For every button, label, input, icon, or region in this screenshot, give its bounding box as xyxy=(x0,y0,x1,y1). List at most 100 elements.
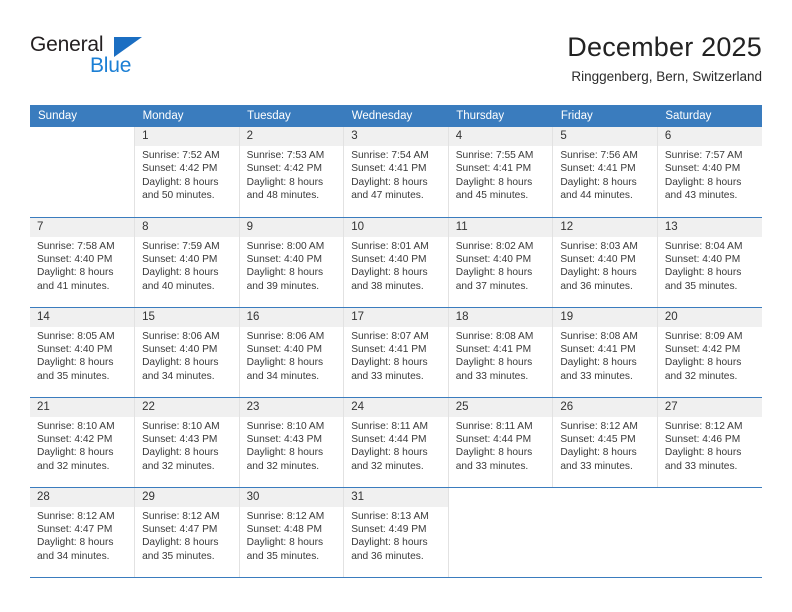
day-number: 23 xyxy=(239,397,344,417)
day-detail-line: and 36 minutes. xyxy=(560,280,633,292)
day-detail-line: Daylight: 8 hours xyxy=(142,537,219,549)
calendar-day-cell[interactable]: 9 Sunrise: 8:00 AM Sunset: 4:40 PM Daylight… xyxy=(238,217,345,308)
calendar-body: 1 Sunrise: 7:52 AM Sunset: 4:42 PM Daylight… xyxy=(30,127,762,578)
day-details: Sunrise: 7:54 AM Sunset: 4:41 PM Daylight:… xyxy=(344,146,448,203)
calendar-page: General Blue December 2025 Ringgenberg, … xyxy=(0,0,792,612)
day-detail-line: Daylight: 8 hours xyxy=(664,176,742,188)
day-detail-line: and 50 minutes. xyxy=(142,190,215,202)
calendar-day-cell[interactable]: 21 Sunrise: 8:10 AM Sunset: 4:42 PM Dayligh… xyxy=(30,397,136,488)
day-detail-line: Daylight: 8 hours xyxy=(142,176,219,188)
day-number: 1 xyxy=(135,127,239,146)
day-detail-line: Daylight: 8 hours xyxy=(455,447,533,459)
day-number: 13 xyxy=(657,217,762,237)
calendar-day-cell[interactable]: 29 Sunrise: 8:12 AM Sunset: 4:47 PM Dayligh… xyxy=(134,487,240,578)
day-detail-line: Sunset: 4:41 PM xyxy=(560,163,636,175)
day-detail-line: Sunrise: 7:57 AM xyxy=(664,150,743,161)
calendar-day-cell[interactable]: 19 Sunrise: 8:08 AM Sunset: 4:41 PM Dayligh… xyxy=(552,307,658,398)
day-detail-line: and 41 minutes. xyxy=(37,280,110,292)
day-details: Sunrise: 8:02 AM Sunset: 4:40 PM Daylight:… xyxy=(449,237,553,294)
weekday-header-tuesday: Tuesday xyxy=(239,105,344,127)
day-detail-line: and 33 minutes. xyxy=(455,460,529,472)
calendar-day-cell[interactable]: 23 Sunrise: 8:10 AM Sunset: 4:43 PM Dayligh… xyxy=(238,397,345,488)
calendar-day-cell[interactable]: 22 Sunrise: 8:10 AM Sunset: 4:43 PM Dayligh… xyxy=(134,397,240,488)
calendar-day-cell[interactable]: 14 Sunrise: 8:05 AM Sunset: 4:40 PM Dayligh… xyxy=(30,307,136,398)
day-detail-line: Sunset: 4:44 PM xyxy=(351,433,427,445)
calendar-day-cell[interactable]: 11 Sunrise: 8:02 AM Sunset: 4:40 PM Dayligh… xyxy=(447,217,554,308)
calendar-day-cell[interactable]: 27 Sunrise: 8:12 AM Sunset: 4:46 PM Dayligh… xyxy=(656,397,762,488)
logo-text-blue: Blue xyxy=(90,54,132,77)
calendar-day-cell[interactable]: 30 Sunrise: 8:12 AM Sunset: 4:48 PM Dayligh… xyxy=(238,487,345,578)
calendar-day-cell[interactable]: 4 Sunrise: 7:55 AM Sunset: 4:41 PM Daylight… xyxy=(447,127,554,218)
calendar-day-cell[interactable]: 7 Sunrise: 7:58 AM Sunset: 4:40 PM Daylight… xyxy=(30,217,136,308)
calendar-day-cell[interactable]: 25 Sunrise: 8:11 AM Sunset: 4:44 PM Dayligh… xyxy=(447,397,554,488)
day-detail-line: and 32 minutes. xyxy=(664,370,738,382)
day-number: 14 xyxy=(30,307,135,327)
day-detail-line: and 33 minutes. xyxy=(664,460,738,472)
day-detail-line: Sunset: 4:41 PM xyxy=(455,343,532,355)
day-detail-line: and 45 minutes. xyxy=(455,190,529,202)
calendar-day-cell[interactable]: 17 Sunrise: 8:07 AM Sunset: 4:41 PM Dayligh… xyxy=(343,307,449,398)
calendar-day-cell[interactable]: 8 Sunrise: 7:59 AM Sunset: 4:40 PM Daylight… xyxy=(134,217,240,308)
day-detail-line: Sunrise: 8:01 AM xyxy=(351,240,429,252)
calendar-day-cell[interactable]: 15 Sunrise: 8:06 AM Sunset: 4:40 PM Dayligh… xyxy=(134,307,240,398)
day-number: 24 xyxy=(344,397,448,417)
day-details: Sunrise: 8:11 AM Sunset: 4:44 PM Daylight:… xyxy=(344,417,448,474)
day-detail-line: Sunset: 4:40 PM xyxy=(142,343,218,355)
calendar-day-cell[interactable]: 24 Sunrise: 8:11 AM Sunset: 4:44 PM Dayligh… xyxy=(343,397,449,488)
calendar-day-cell[interactable]: 5 Sunrise: 7:56 AM Sunset: 4:41 PM Daylight… xyxy=(552,127,658,218)
calendar-day-cell-empty xyxy=(657,487,762,578)
day-details: Sunrise: 8:12 AM Sunset: 4:47 PM Daylight:… xyxy=(30,507,134,564)
day-number: 9 xyxy=(239,217,344,237)
day-detail-line: Sunset: 4:42 PM xyxy=(246,163,322,175)
day-detail-line: Daylight: 8 hours xyxy=(351,537,428,549)
day-number: 19 xyxy=(553,307,657,327)
day-detail-line: Sunset: 4:48 PM xyxy=(246,523,322,535)
page-subtitle: Ringgenberg, Bern, Switzerland xyxy=(571,69,762,84)
day-detail-line: Sunrise: 8:09 AM xyxy=(664,330,743,342)
day-detail-line: Sunrise: 8:12 AM xyxy=(37,510,115,522)
calendar-day-cell[interactable]: 18 Sunrise: 8:08 AM Sunset: 4:41 PM Dayligh… xyxy=(447,307,554,398)
day-detail-line: Sunset: 4:42 PM xyxy=(142,163,218,175)
day-detail-line: Sunrise: 7:59 AM xyxy=(142,240,220,252)
day-details: Sunrise: 8:12 AM Sunset: 4:45 PM Daylight:… xyxy=(553,417,657,474)
day-detail-line: Sunrise: 8:12 AM xyxy=(142,510,220,522)
day-details: Sunrise: 8:08 AM Sunset: 4:41 PM Daylight:… xyxy=(449,327,553,384)
day-detail-line: Daylight: 8 hours xyxy=(664,447,742,459)
day-detail-line: Daylight: 8 hours xyxy=(37,537,114,549)
day-detail-line: and 47 minutes. xyxy=(351,190,424,202)
calendar-day-cell[interactable]: 20 Sunrise: 8:09 AM Sunset: 4:42 PM Dayligh… xyxy=(656,307,762,398)
day-detail-line: Sunrise: 8:10 AM xyxy=(142,420,220,432)
day-detail-line: Daylight: 8 hours xyxy=(142,447,219,459)
day-detail-line: Sunset: 4:41 PM xyxy=(351,163,427,175)
day-number: 12 xyxy=(553,217,657,237)
calendar-day-cell[interactable]: 2 Sunrise: 7:53 AM Sunset: 4:42 PM Daylight… xyxy=(238,127,345,218)
day-detail-line: Sunset: 4:40 PM xyxy=(455,253,532,265)
day-details: Sunrise: 8:12 AM Sunset: 4:48 PM Daylight:… xyxy=(240,507,344,564)
calendar-day-cell[interactable]: 10 Sunrise: 8:01 AM Sunset: 4:40 PM Dayligh… xyxy=(343,217,449,308)
weekday-header-saturday: Saturday xyxy=(657,105,762,127)
day-detail-line: Daylight: 8 hours xyxy=(455,357,533,369)
calendar-day-cell[interactable]: 31 Sunrise: 8:13 AM Sunset: 4:49 PM Dayligh… xyxy=(343,487,449,578)
calendar-day-cell[interactable]: 12 Sunrise: 8:03 AM Sunset: 4:40 PM Dayligh… xyxy=(552,217,658,308)
day-detail-line: Sunrise: 8:13 AM xyxy=(351,510,429,522)
day-details: Sunrise: 7:53 AM Sunset: 4:42 PM Daylight:… xyxy=(240,146,344,203)
day-detail-line: and 38 minutes. xyxy=(351,280,424,292)
day-detail-line: Daylight: 8 hours xyxy=(455,176,533,188)
day-number xyxy=(448,487,553,507)
day-details: Sunrise: 8:10 AM Sunset: 4:43 PM Daylight:… xyxy=(240,417,344,474)
calendar-day-cell[interactable]: 16 Sunrise: 8:06 AM Sunset: 4:40 PM Dayligh… xyxy=(238,307,345,398)
day-detail-line: and 32 minutes. xyxy=(351,460,424,472)
calendar-week-row: 14 Sunrise: 8:05 AM Sunset: 4:40 PM Dayligh… xyxy=(30,307,762,398)
calendar-day-cell[interactable]: 28 Sunrise: 8:12 AM Sunset: 4:47 PM Dayligh… xyxy=(30,487,136,578)
day-detail-line: Daylight: 8 hours xyxy=(351,447,428,459)
calendar-day-cell[interactable]: 1 Sunrise: 7:52 AM Sunset: 4:42 PM Daylight… xyxy=(134,127,240,218)
calendar-day-cell[interactable]: 6 Sunrise: 7:57 AM Sunset: 4:40 PM Daylight… xyxy=(656,127,762,218)
generalblue-logo[interactable]: General Blue xyxy=(30,33,190,89)
day-detail-line: Sunrise: 7:54 AM xyxy=(351,150,429,161)
day-detail-line: Daylight: 8 hours xyxy=(560,176,637,188)
day-detail-line: Daylight: 8 hours xyxy=(246,357,324,369)
calendar-day-cell[interactable]: 26 Sunrise: 8:12 AM Sunset: 4:45 PM Dayligh… xyxy=(552,397,658,488)
day-detail-line: and 35 minutes. xyxy=(37,370,110,382)
calendar-day-cell[interactable]: 13 Sunrise: 8:04 AM Sunset: 4:40 PM Dayligh… xyxy=(656,217,762,308)
calendar-day-cell[interactable]: 3 Sunrise: 7:54 AM Sunset: 4:41 PM Daylight… xyxy=(343,127,449,218)
